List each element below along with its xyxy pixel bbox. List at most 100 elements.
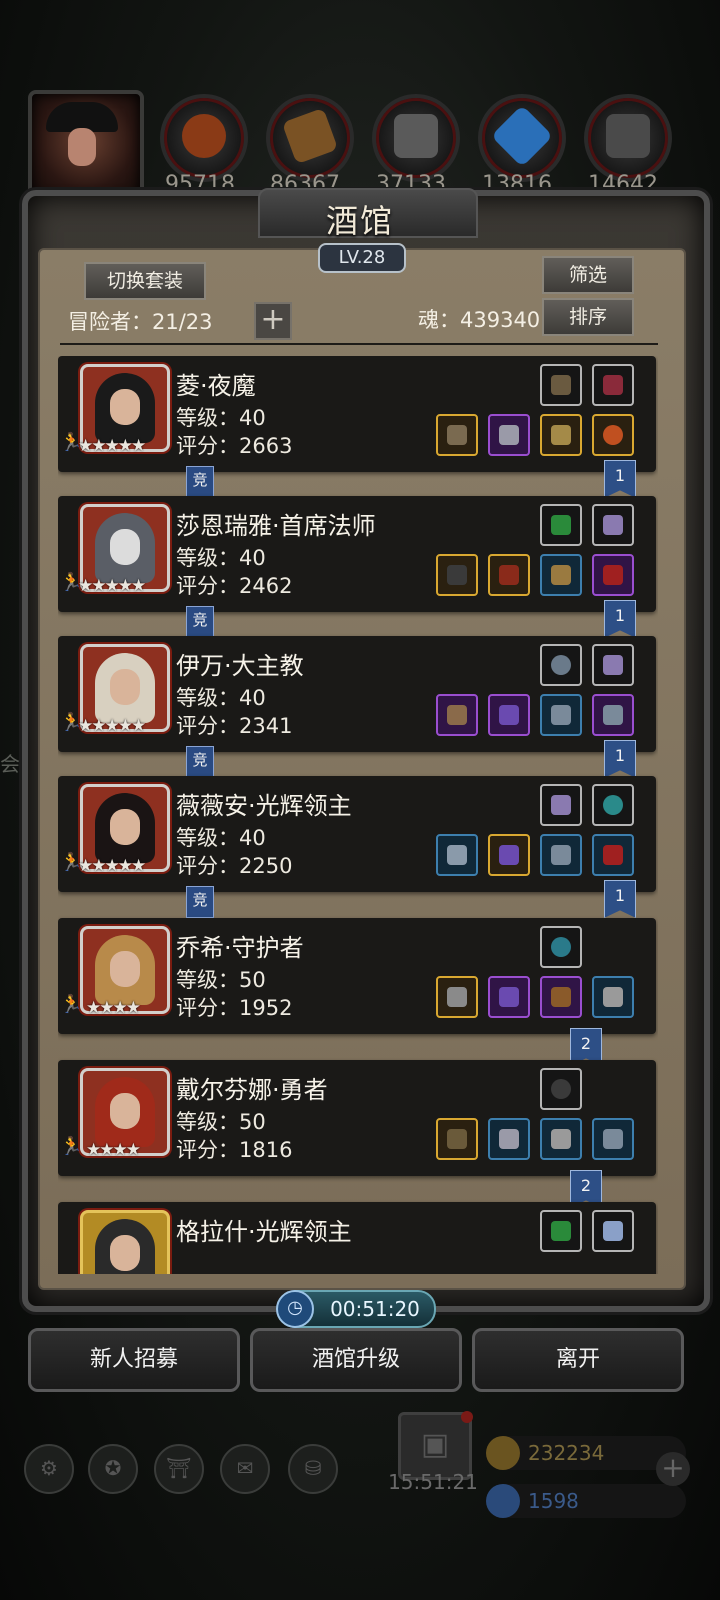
hero-name: 莎恩瑞雅·首席法师 <box>176 512 376 540</box>
accessory-slot-icon[interactable] <box>540 364 582 406</box>
amulet-slot-icon[interactable] <box>540 694 582 736</box>
stone-slot-icon[interactable] <box>540 926 582 968</box>
stone-slot-icon[interactable] <box>592 784 634 826</box>
weapon-slot-icon[interactable] <box>436 694 478 736</box>
crystal-resource-icon[interactable] <box>478 94 566 182</box>
glove-slot-icon[interactable] <box>540 1118 582 1160</box>
gate-icon[interactable]: ⛩ <box>154 1444 204 1494</box>
armor-slot-icon[interactable] <box>488 834 530 876</box>
hero-name: 伊万·大主教 <box>176 652 304 680</box>
hero-level: 等级：50 <box>176 968 266 992</box>
weapon-slot-icon[interactable] <box>436 976 478 1018</box>
team-tag: 1 <box>604 460 636 498</box>
panel-title: 酒馆 <box>325 202 394 240</box>
competition-tag: 竞 <box>186 886 214 918</box>
ring-slot-icon[interactable] <box>592 414 634 456</box>
hero-card[interactable]: 🏃 ★★★★★ 莎恩瑞雅·首席法师 等级：40 评分：2462 <box>58 496 656 612</box>
weapon-slot-icon[interactable] <box>436 554 478 596</box>
team-tag: 1 <box>604 880 636 918</box>
mail-icon[interactable]: ✉ <box>220 1444 270 1494</box>
armor-slot-icon[interactable] <box>488 694 530 736</box>
armor-slot-icon[interactable] <box>488 1118 530 1160</box>
hero-score: 评分：2341 <box>176 714 293 738</box>
scroll-slot-icon[interactable] <box>592 1210 634 1252</box>
adventurer-count: 冒险者：21/23 <box>68 310 213 334</box>
upgrade-tavern-button[interactable]: 酒馆升级 <box>250 1328 462 1392</box>
gem-slot-icon[interactable] <box>592 644 634 686</box>
hero-score: 评分：1952 <box>176 996 293 1020</box>
armor-slot-icon[interactable] <box>488 414 530 456</box>
shop-icon[interactable]: ⛁ <box>288 1444 338 1494</box>
gem-slot-icon[interactable] <box>540 784 582 826</box>
shield-slot-icon[interactable] <box>540 976 582 1018</box>
hero-stars: ★★★★ <box>86 998 141 1018</box>
wood-resource-icon[interactable] <box>266 94 354 182</box>
hero-level: 等级：40 <box>176 406 266 430</box>
stone-resource-icon[interactable] <box>584 94 672 182</box>
necklace-slot-icon[interactable] <box>540 644 582 686</box>
gem-slot-icon[interactable] <box>592 504 634 546</box>
hero-level: 等级：40 <box>176 826 266 850</box>
filter-button[interactable]: 筛选 <box>542 256 634 294</box>
clock-icon: ◷ <box>276 1290 314 1328</box>
hero-score: 评分：2462 <box>176 574 293 598</box>
sort-button[interactable]: 排序 <box>542 298 634 336</box>
gold-coin-icon <box>486 1436 520 1470</box>
notification-dot <box>461 1411 473 1423</box>
armor-slot-icon[interactable] <box>488 554 530 596</box>
settings-icon[interactable]: ⚙ <box>24 1444 74 1494</box>
hero-score: 评分：2250 <box>176 854 293 878</box>
leave-button[interactable]: 离开 <box>472 1328 684 1392</box>
amulet-slot-icon[interactable] <box>592 1118 634 1160</box>
hammer-slot-icon[interactable] <box>436 834 478 876</box>
weapon-slot-icon[interactable] <box>436 1118 478 1160</box>
book-slot-icon[interactable] <box>540 1210 582 1252</box>
hero-list[interactable]: 🏃 ★★★★★ 菱·夜魔 等级：40 评分：2663 竞 1 🏃 ★★★★★ 莎… <box>58 356 658 1274</box>
hero-stars: ★★★★ <box>86 1140 141 1160</box>
runner-icon: 🏃 <box>60 1136 83 1157</box>
glove-slot-icon[interactable] <box>592 976 634 1018</box>
recruit-button[interactable]: 新人招募 <box>28 1328 240 1392</box>
hero-score: 评分：1816 <box>176 1138 293 1162</box>
glove-slot-icon[interactable] <box>540 554 582 596</box>
competition-tag: 竞 <box>186 606 214 638</box>
stone-slot-icon[interactable] <box>540 1068 582 1110</box>
hero-avatar <box>80 1210 170 1274</box>
ring-slot-icon[interactable] <box>592 834 634 876</box>
amulet-slot-icon[interactable] <box>592 694 634 736</box>
add-currency-button[interactable]: + <box>656 1452 690 1486</box>
weapon-slot-icon[interactable] <box>436 414 478 456</box>
team-tag: 1 <box>604 740 636 778</box>
accessory-slot-icon[interactable] <box>592 364 634 406</box>
book-slot-icon[interactable] <box>540 504 582 546</box>
hero-card[interactable]: 格拉什·光辉领主 <box>58 1202 656 1274</box>
hero-stars: ★★★★★ <box>78 856 146 876</box>
hero-card[interactable]: 🏃 ★★★★ 乔希·守护者 等级：50 评分：1952 <box>58 918 656 1034</box>
switch-outfit-button[interactable]: 切换套装 <box>84 262 206 300</box>
tavern-level-badge: LV.28 <box>318 243 406 273</box>
hero-name: 戴尔芬娜·勇者 <box>176 1076 328 1104</box>
hero-stars: ★★★★★ <box>78 436 146 456</box>
iron-resource-icon[interactable] <box>372 94 460 182</box>
meat-resource-icon[interactable] <box>160 94 248 182</box>
star-icon[interactable]: ✪ <box>88 1444 138 1494</box>
gold-value: 232234 <box>528 1441 605 1465</box>
hero-stars: ★★★★★ <box>78 576 146 596</box>
header-divider <box>60 343 658 345</box>
add-adventurer-button[interactable]: + <box>254 302 292 340</box>
competition-tag: 竞 <box>186 466 214 498</box>
armor-slot-icon[interactable] <box>488 976 530 1018</box>
hero-card[interactable]: 🏃 ★★★★★ 薇薇安·光辉领主 等级：40 评分：2250 <box>58 776 656 892</box>
hero-card[interactable]: 🏃 ★★★★★ 伊万·大主教 等级：40 评分：2341 <box>58 636 656 752</box>
player-portrait[interactable] <box>28 90 144 202</box>
hero-name: 格拉什·光辉领主 <box>176 1218 352 1246</box>
hero-level: 等级：40 <box>176 686 266 710</box>
amulet-slot-icon[interactable] <box>540 834 582 876</box>
hero-card[interactable]: 🏃 ★★★★★ 菱·夜魔 等级：40 评分：2663 <box>58 356 656 472</box>
ring-slot-icon[interactable] <box>592 554 634 596</box>
hero-card[interactable]: 🏃 ★★★★ 戴尔芬娜·勇者 等级：50 评分：1816 <box>58 1060 656 1176</box>
glove-slot-icon[interactable] <box>540 414 582 456</box>
refresh-timer: ◷ 00:51:20 <box>276 1290 436 1328</box>
gift-timer: 15:51:21 <box>388 1470 478 1494</box>
timer-text: 00:51:20 <box>330 1297 420 1321</box>
